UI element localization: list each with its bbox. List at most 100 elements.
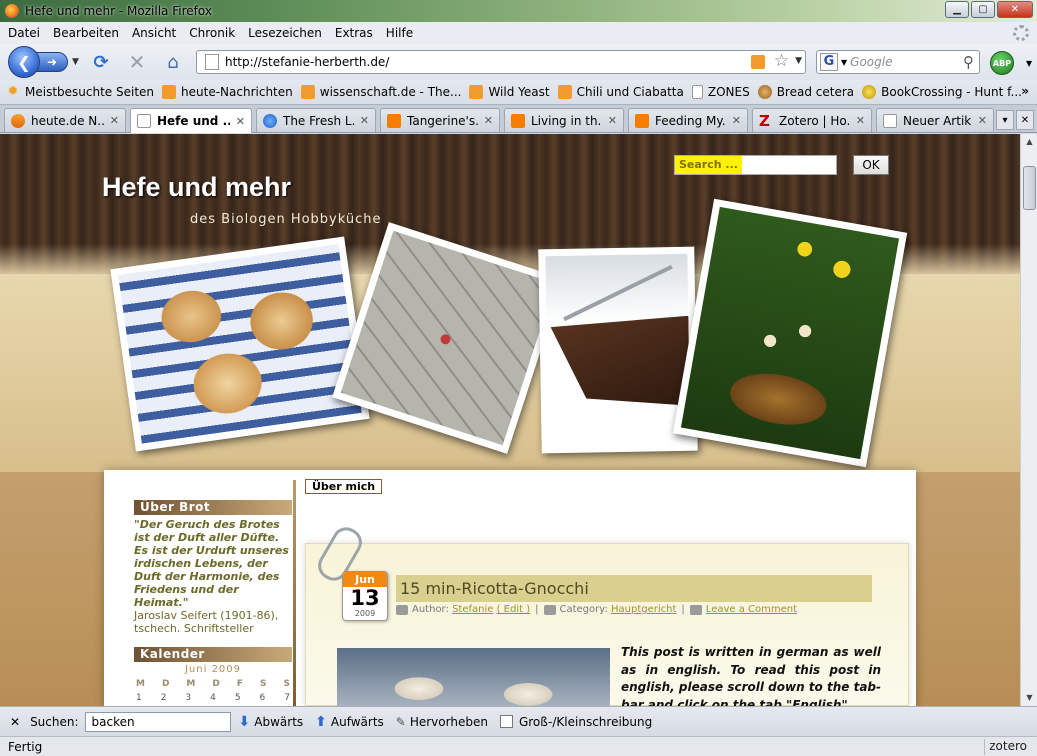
menu-chronik[interactable]: Chronik [189, 26, 235, 40]
vertical-scrollbar[interactable]: ▲ ▼ [1020, 134, 1037, 706]
tab-neuer-artikel[interactable]: Neuer Artik...✕ [876, 108, 994, 132]
menu-bearbeiten[interactable]: Bearbeiten [53, 26, 119, 40]
back-button[interactable]: ❮ [8, 46, 40, 78]
bookcrossing-icon [862, 85, 877, 99]
tab-living-in-the[interactable]: Living in th... ✕ [504, 108, 624, 132]
home-button[interactable]: ⌂ [162, 52, 184, 73]
tab-feeding-my[interactable]: Feeding My... ✕ [628, 108, 748, 132]
match-case-checkbox[interactable]: Groß-/Kleinschreibung [499, 715, 652, 729]
tab-close-icon[interactable]: ✕ [360, 114, 369, 127]
category-link[interactable]: Hauptgericht [611, 604, 676, 615]
menu-lesezeichen[interactable]: Lesezeichen [248, 26, 322, 40]
highlight-button[interactable]: ✎ Hervorheben [396, 715, 488, 729]
calendar-day[interactable]: 6 [260, 693, 266, 703]
tab-close-icon[interactable]: ✕ [608, 114, 617, 127]
bookmark-item[interactable]: ZONES [691, 85, 750, 99]
site-search-input[interactable]: Search ... [674, 155, 837, 175]
tab-close-icon[interactable]: ✕ [110, 114, 119, 127]
reload-button[interactable]: ⟳ [90, 52, 112, 73]
checkbox-icon[interactable] [499, 715, 513, 728]
scroll-thumb[interactable] [1023, 166, 1036, 210]
all-tabs-dropdown-icon[interactable]: ▾ [996, 110, 1014, 130]
status-bar: Fertig zotero [0, 736, 1037, 756]
menu-ansicht[interactable]: Ansicht [132, 26, 176, 40]
sidebar-divider [293, 480, 296, 710]
scroll-down-icon[interactable]: ▼ [1022, 690, 1037, 706]
firefox-logo-icon [5, 4, 19, 18]
site-search-placeholder: Search ... [675, 156, 742, 174]
menu-hilfe[interactable]: Hilfe [386, 26, 413, 40]
tab-close-icon[interactable]: ✕ [236, 115, 245, 128]
calendar-day[interactable]: 1 [136, 693, 142, 703]
bookmark-item[interactable]: Bread cetera [757, 85, 854, 99]
site-title[interactable]: Hefe und mehr [102, 172, 291, 203]
post-year: 2009 [354, 609, 376, 618]
find-next-button[interactable]: ⬇ Abwärts [239, 714, 304, 730]
close-window-button[interactable]: ✕ [997, 1, 1033, 18]
close-tab-button[interactable]: ✕ [1016, 110, 1034, 130]
bookmark-item[interactable]: heute-Nachrichten [162, 85, 293, 99]
find-previous-button[interactable]: ⬆ Aufwärts [315, 714, 384, 730]
google-engine-icon[interactable]: G [820, 53, 838, 71]
calendar-month: Juni 2009 [184, 664, 242, 675]
tab-zotero[interactable]: ZZotero | Ho...✕ [752, 108, 872, 132]
bookmark-item[interactable]: Chili und Ciabatta [557, 85, 684, 99]
rss-feed-icon[interactable] [751, 55, 765, 69]
stop-button[interactable]: ✕ [126, 50, 148, 74]
url-input[interactable]: http://stefanie-herberth.de/ [225, 55, 389, 69]
engine-dropdown-icon[interactable]: ▼ [841, 58, 847, 67]
url-dropdown-icon[interactable]: ▼ [795, 56, 802, 66]
calendar-day[interactable]: 4 [210, 693, 216, 703]
tab-close-icon[interactable]: ✕ [978, 114, 987, 127]
post-excerpt-clip: This post is written in german as well a… [621, 644, 881, 706]
site-search-ok-button[interactable]: OK [853, 155, 889, 175]
bookmark-item[interactable]: ✹ Meistbesuchte Seiten [6, 85, 154, 100]
calendar-dates: 1 2 3 4 5 6 7 [134, 693, 292, 703]
tab-hefe-und-mehr[interactable]: Hefe und ... ✕ [130, 108, 252, 133]
search-icon[interactable]: ⚲ [963, 53, 974, 71]
rss-icon [557, 85, 572, 99]
tab-heute[interactable]: heute.de N... ✕ [4, 108, 126, 132]
tab-close-icon[interactable]: ✕ [732, 114, 741, 127]
scroll-up-icon[interactable]: ▲ [1022, 134, 1037, 150]
leave-comment-link[interactable]: Leave a Comment [706, 604, 797, 615]
header-photo-bread-rolls [110, 236, 370, 452]
edit-link[interactable]: ( Edit ) [497, 604, 531, 615]
tab-close-icon[interactable]: ✕ [856, 114, 865, 127]
adblock-plus-icon[interactable]: ABP [990, 51, 1014, 75]
post-title[interactable]: 15 min-Ricotta-Gnocchi [396, 575, 872, 602]
bookmark-item[interactable]: BookCrossing - Hunt f... [862, 85, 1022, 99]
url-bar[interactable]: http://stefanie-herberth.de/ ☆ ▼ [196, 50, 806, 74]
sidebar-heading-ueber-brot: Über Brot [134, 500, 292, 515]
search-bar[interactable]: G ▼ Google ⚲ [816, 50, 980, 74]
menu-extras[interactable]: Extras [335, 26, 373, 40]
tab-tangerines[interactable]: Tangerine's...✕ [380, 108, 500, 132]
bookmark-star-icon[interactable]: ☆ [774, 51, 789, 71]
bread-quote: "Der Geruch des Brotes ist der Duft alle… [134, 518, 289, 609]
site-subtitle: des Biologen Hobbyküche [190, 212, 382, 227]
calendar-day[interactable]: 7 [284, 693, 290, 703]
more-bookmarks-chevron-icon[interactable]: » [1021, 84, 1029, 98]
calendar-day[interactable]: 5 [235, 693, 241, 703]
bookmark-item[interactable]: Wild Yeast [469, 85, 550, 99]
tab-close-icon[interactable]: ✕ [484, 114, 493, 127]
calendar-day[interactable]: 3 [185, 693, 191, 703]
find-close-icon[interactable]: ✕ [10, 715, 20, 729]
calendar-day[interactable]: 2 [161, 693, 167, 703]
history-dropdown-icon[interactable]: ▼ [72, 57, 79, 67]
tab-the-fresh-loaf[interactable]: The Fresh L...✕ [256, 108, 376, 132]
post-photo-gnocchi [337, 648, 610, 706]
tab-ueber-mich[interactable]: Über mich [305, 479, 383, 494]
page-icon [883, 113, 897, 128]
bookmark-item[interactable]: wissenschaft.de - The... [300, 85, 461, 99]
minimize-button[interactable]: ▁ [945, 1, 969, 18]
author-link[interactable]: Stefanie [452, 604, 493, 615]
adblock-dropdown-icon[interactable]: ▼ [1026, 59, 1032, 68]
zotero-status-button[interactable]: zotero [984, 739, 1031, 755]
status-text: Fertig [8, 739, 43, 754]
maximize-button[interactable]: ▢ [971, 1, 995, 18]
find-input[interactable]: backen [84, 711, 231, 732]
menu-datei[interactable]: Datei [8, 26, 40, 40]
forward-button[interactable]: ➜ [36, 52, 68, 72]
search-input[interactable]: Google [850, 55, 892, 69]
